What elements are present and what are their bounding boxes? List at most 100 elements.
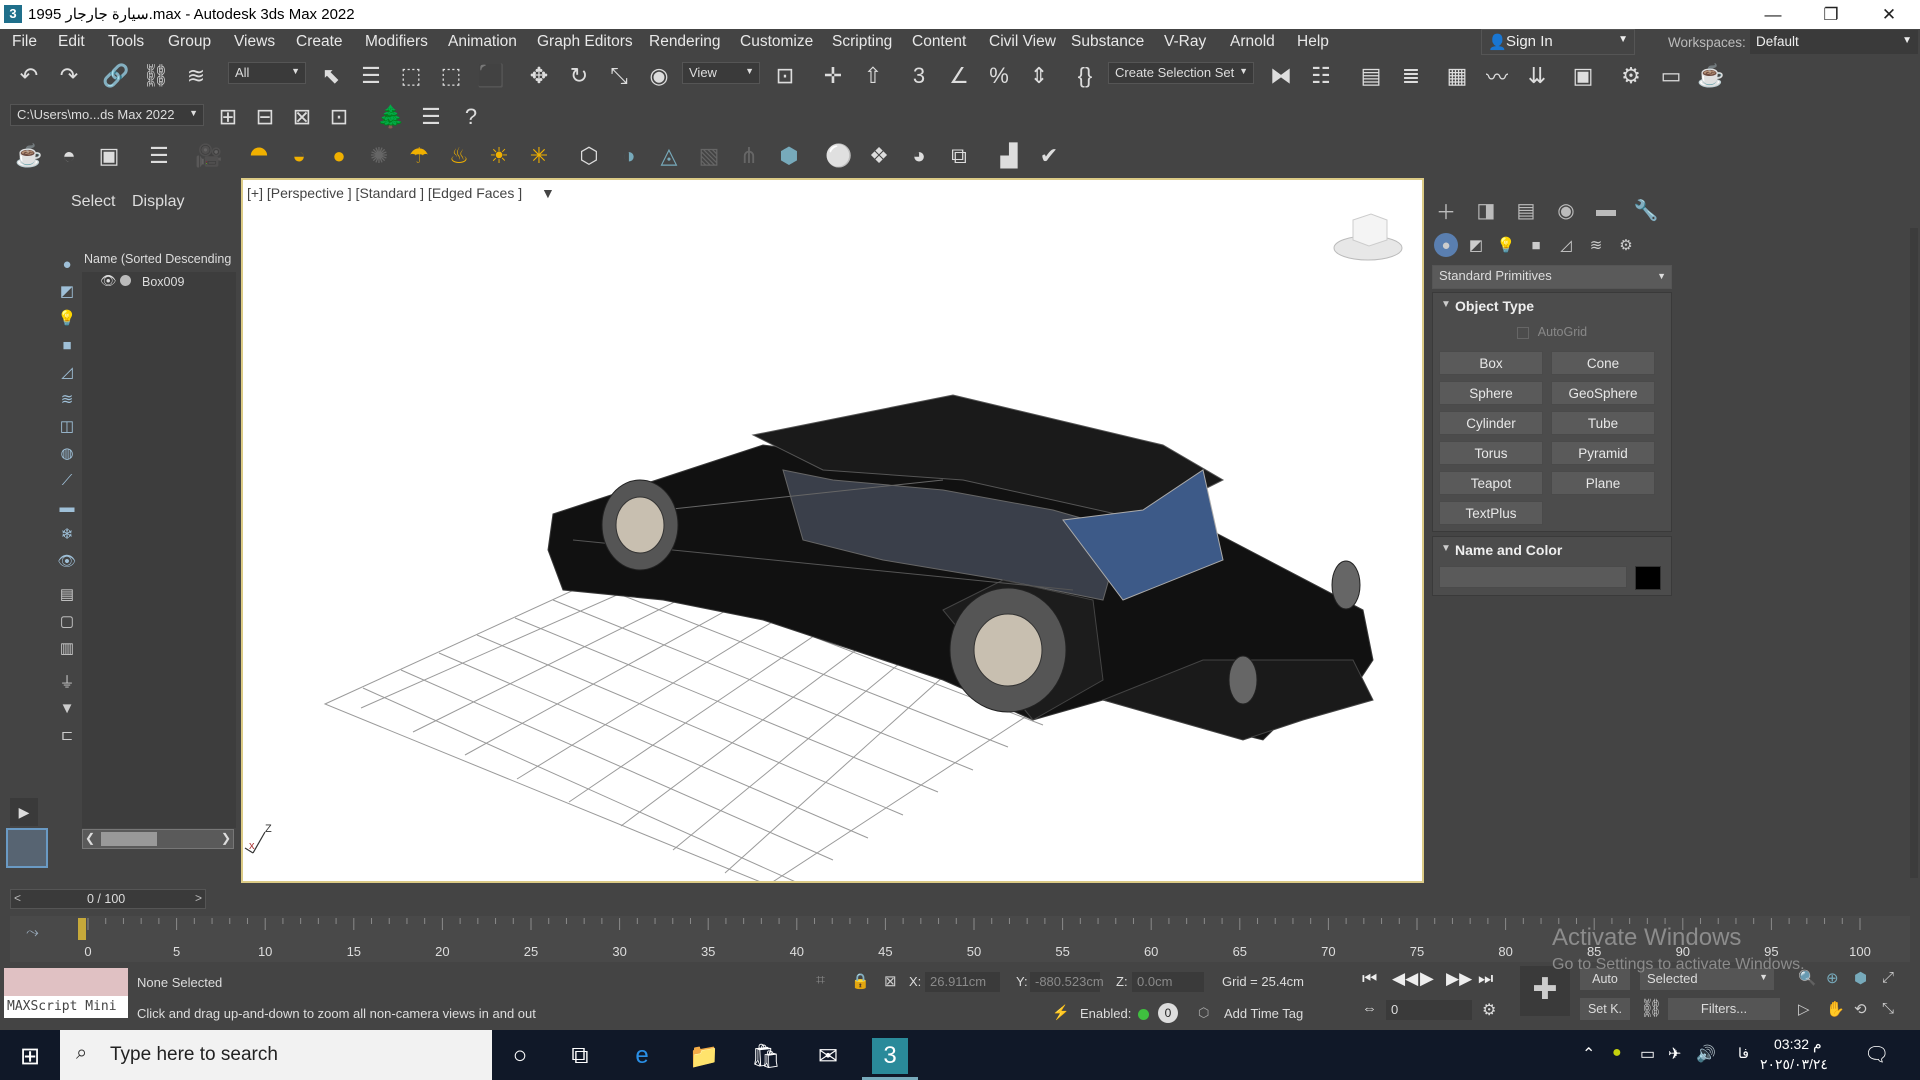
proxy-icon[interactable]: ⬡ bbox=[574, 141, 604, 171]
autogrid-checkbox[interactable]: AutoGrid bbox=[1517, 325, 1587, 339]
spinner-snap-icon[interactable]: ⇕ bbox=[1024, 61, 1054, 91]
tree-icon[interactable]: 🌲 bbox=[376, 102, 406, 132]
edit-named-selection-icon[interactable]: {} bbox=[1070, 61, 1100, 91]
toggle-ribbon-icon[interactable]: ▦ bbox=[1442, 61, 1472, 91]
clock-date[interactable]: ٢٠٢٥/٠٣/٢٤ bbox=[1760, 1056, 1828, 1073]
object-type-header[interactable]: ▼ Object Type bbox=[1433, 293, 1671, 319]
orbit-icon[interactable]: ⟲ bbox=[1854, 1000, 1867, 1018]
taskbar-search-box[interactable]: ⌕ Type here to search bbox=[60, 1030, 492, 1080]
display-all-icon[interactable]: ▤ bbox=[57, 584, 77, 604]
scroll-left-icon[interactable]: ❮ bbox=[85, 831, 95, 845]
name-and-color-header[interactable]: ▼ Name and Color bbox=[1433, 537, 1671, 563]
eye-icon[interactable]: 👁 bbox=[100, 273, 117, 289]
tray-app-icon[interactable]: ● bbox=[1612, 1044, 1622, 1062]
viewport-layout-icon[interactable] bbox=[6, 828, 48, 868]
space-warps-icon[interactable]: ≋ bbox=[1584, 233, 1608, 257]
helpers-filter-icon[interactable]: ◿ bbox=[57, 362, 77, 382]
add-time-tag-button[interactable]: Add Time Tag bbox=[1224, 1006, 1303, 1021]
windows-start-icon[interactable]: ⊞ bbox=[12, 1038, 48, 1074]
vray-light-icon[interactable]: ⯊ bbox=[244, 141, 274, 171]
hierarchy-tab-icon[interactable]: ▤ bbox=[1512, 196, 1540, 224]
helpers-icon[interactable]: ◿ bbox=[1554, 233, 1578, 257]
geometry-icon[interactable]: ● bbox=[1434, 233, 1458, 257]
selection-filter-dropdown[interactable]: All ▼ bbox=[228, 62, 306, 84]
time-tag-indicator[interactable]: 0 bbox=[1158, 1003, 1178, 1023]
fur-grass-icon[interactable]: ⋔ bbox=[734, 141, 764, 171]
material-library-icon[interactable]: ❖ bbox=[864, 141, 894, 171]
spacewarps-filter-icon[interactable]: ≋ bbox=[57, 389, 77, 409]
display-none-icon[interactable]: ▢ bbox=[57, 611, 77, 631]
select-manipulate-icon[interactable]: ✛ bbox=[818, 61, 848, 91]
object-name-field[interactable] bbox=[1439, 566, 1627, 588]
menu-customize[interactable]: Customize bbox=[740, 33, 813, 51]
vray-settings-icon[interactable]: ▟ bbox=[994, 141, 1024, 171]
maxscript-listener-input[interactable] bbox=[4, 968, 128, 996]
horizontal-scrollbar[interactable]: ❮ ❯ bbox=[82, 829, 234, 849]
filters-button[interactable]: Filters... bbox=[1668, 998, 1780, 1020]
maxscript-mini-listener[interactable]: MAXScript Mini bbox=[4, 996, 128, 1018]
keyboard-shortcut-icon[interactable]: ⇧ bbox=[858, 61, 888, 91]
volume-icon[interactable]: 🔊 bbox=[1696, 1044, 1716, 1064]
plane-button[interactable]: Plane bbox=[1551, 471, 1655, 495]
category-dropdown[interactable]: Standard Primitives ▼ bbox=[1432, 265, 1672, 289]
current-frame-field[interactable]: 0 bbox=[1386, 1000, 1472, 1020]
sphere-button[interactable]: Sphere bbox=[1439, 381, 1543, 405]
frame-buffer-icon[interactable]: ▣ bbox=[94, 141, 124, 171]
help-icon[interactable]: ? bbox=[456, 102, 486, 132]
rotate-icon[interactable]: ↻ bbox=[564, 61, 594, 91]
3ds-max-taskbar-icon[interactable]: 3 bbox=[872, 1038, 908, 1074]
go-to-start-icon[interactable]: ⏮ bbox=[1362, 969, 1377, 989]
render-setup-icon[interactable]: ⚙ bbox=[1616, 61, 1646, 91]
sun-icon[interactable]: ☀ bbox=[484, 141, 514, 171]
rectangle-selection-icon[interactable]: ⬚ bbox=[396, 61, 426, 91]
pan-icon[interactable]: ✋ bbox=[1826, 1000, 1845, 1018]
tab-display[interactable]: Display bbox=[132, 193, 184, 211]
list-item[interactable]: 👁 Box009 bbox=[82, 272, 236, 292]
vray-plane-icon[interactable]: ◑ bbox=[614, 141, 644, 171]
z-coordinate-field[interactable]: 0.0cm bbox=[1132, 972, 1204, 992]
scroll-thumb[interactable] bbox=[101, 832, 157, 846]
hidden-filter-icon[interactable]: 👁 bbox=[57, 551, 77, 571]
lights-icon[interactable]: 💡 bbox=[1494, 233, 1518, 257]
menu-views[interactable]: Views bbox=[234, 33, 275, 51]
material-ball-icon[interactable]: ◕ bbox=[904, 141, 934, 171]
place-icon[interactable]: ◉ bbox=[644, 61, 674, 91]
menu-civil-view[interactable]: Civil View bbox=[989, 33, 1056, 51]
ambient-light-icon[interactable]: ☂ bbox=[404, 141, 434, 171]
create-tab-icon[interactable]: ＋ bbox=[1432, 196, 1460, 224]
frozen-filter-icon[interactable]: ❄ bbox=[57, 524, 77, 544]
menu-edit[interactable]: Edit bbox=[58, 33, 85, 51]
groups-filter-icon[interactable]: ◫ bbox=[57, 416, 77, 436]
fur-icon[interactable]: ▧ bbox=[694, 141, 724, 171]
zoom-all-icon[interactable]: ⊕ bbox=[1826, 969, 1839, 987]
angle-snap-icon[interactable]: ∠ bbox=[944, 61, 974, 91]
cameras-filter-icon[interactable]: ■ bbox=[57, 335, 77, 355]
modify-tab-icon[interactable]: ◨ bbox=[1472, 196, 1500, 224]
menu-help[interactable]: Help bbox=[1297, 33, 1329, 51]
window-crossing-icon[interactable]: ⬚ bbox=[436, 61, 466, 91]
menu-tools[interactable]: Tools bbox=[108, 33, 144, 51]
network-icon[interactable]: ✈ bbox=[1668, 1044, 1681, 1064]
link-icon[interactable]: 🔗 bbox=[101, 61, 131, 91]
scene-list-header[interactable]: Name (Sorted Descending bbox=[82, 248, 236, 270]
lights-filter-icon[interactable]: 💡 bbox=[57, 308, 77, 328]
previous-frame-icon[interactable]: ◀◀ bbox=[1392, 969, 1418, 989]
systems-icon[interactable]: ⚙ bbox=[1614, 233, 1638, 257]
ies-light-icon[interactable]: ✺ bbox=[364, 141, 394, 171]
time-slider-next[interactable]: > bbox=[195, 891, 202, 905]
shapes-icon[interactable]: ◩ bbox=[1464, 233, 1488, 257]
curve-editor-icon[interactable]: 〰 bbox=[1482, 61, 1512, 91]
sign-in-button[interactable]: 👤 Sign In ▼ bbox=[1481, 29, 1635, 55]
vray-logo-icon[interactable]: ✔ bbox=[1034, 141, 1064, 171]
workspace-select[interactable]: Default ▼ bbox=[1750, 30, 1918, 54]
maximize-viewport-icon[interactable]: ⤡ bbox=[1882, 1000, 1894, 1017]
align-icon[interactable]: ☷ bbox=[1306, 61, 1336, 91]
open-project-icon[interactable]: ⊟ bbox=[250, 102, 280, 132]
bones-filter-icon[interactable]: ⟋ bbox=[57, 470, 77, 490]
layer-icon[interactable]: ⊏ bbox=[57, 725, 77, 745]
scene-explorer-toggle-icon[interactable]: ▤ bbox=[1356, 61, 1386, 91]
redo-icon[interactable]: ↷ bbox=[54, 61, 84, 91]
field-of-view-icon[interactable]: ▷ bbox=[1798, 1000, 1810, 1018]
reference-coordinate-dropdown[interactable]: View ▼ bbox=[682, 62, 760, 84]
list-icon[interactable]: ☰ bbox=[144, 141, 174, 171]
